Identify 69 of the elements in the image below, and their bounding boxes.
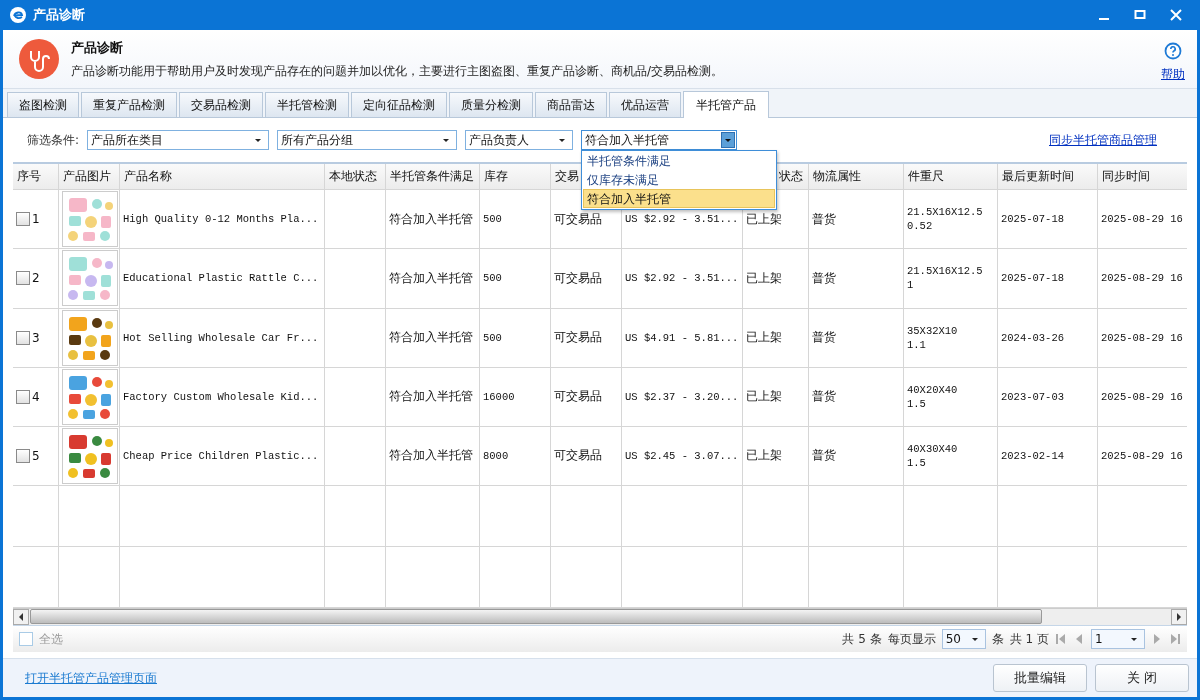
listing-status-cell: 已上架 [746, 447, 782, 465]
window-title: 产品诊断 [33, 6, 86, 24]
sync-time-cell: 2025-08-29 16 [1101, 390, 1183, 403]
trade-cell: 可交易品 [554, 210, 602, 228]
product-name: High Quality 0-12 Months Pla... [123, 213, 319, 226]
weight-text: 1.1 [907, 338, 927, 351]
dimensions-text: 40X20X40 [907, 383, 958, 396]
condition-cell: 符合加入半托管 [389, 329, 473, 347]
updated-date-cell: 2025-07-18 [1001, 213, 1064, 226]
sync-time-cell: 2025-08-29 16 [1101, 213, 1183, 226]
filter-label: 筛选条件: [27, 131, 80, 149]
row-number: 3 [32, 330, 40, 345]
logistics-cell: 普货 [812, 447, 836, 465]
trade-cell: 可交易品 [554, 269, 602, 287]
stock-cell: 500 [483, 331, 502, 344]
weight-text: 0.52 [907, 220, 934, 233]
condition-cell: 符合加入半托管 [389, 388, 473, 406]
dimensions-text: 40X30X40 [907, 442, 958, 455]
stock-cell: 500 [483, 272, 502, 285]
product-name: Educational Plastic Rattle C... [123, 272, 319, 285]
price-cell: US $2.37 - 3.20... [625, 390, 739, 403]
logistics-cell: 普货 [812, 329, 836, 347]
sync-time-cell: 2025-08-29 16 [1101, 331, 1183, 344]
condition-cell: 符合加入半托管 [389, 210, 473, 228]
select-all-label: 全选 [39, 630, 63, 648]
row-number: 5 [32, 448, 40, 463]
per-page-label: 每页显示 [887, 630, 936, 648]
price-cell: US $2.92 - 3.51... [625, 272, 739, 285]
price-cell: US $4.91 - 5.81... [625, 331, 739, 344]
weight-text: 1 [907, 279, 915, 292]
logistics-cell: 普货 [812, 210, 836, 228]
weight-text: 1.5 [907, 397, 927, 410]
listing-status-cell: 已上架 [746, 329, 782, 347]
stock-cell: 8000 [483, 449, 509, 462]
header-description: 产品诊断功能用于帮助用户及时发现产品存在的问题并加以优化，主要进行主图盗图、重复产品诊断、商机品/交易品检测。 [71, 62, 725, 80]
listing-status-cell: 已上架 [746, 269, 782, 287]
price-cell: US $2.45 - 3.07... [625, 449, 739, 462]
logistics-cell: 普货 [812, 269, 836, 287]
dimensions-text: 35X32X10 [907, 324, 958, 337]
header-title: 产品诊断 [71, 38, 124, 57]
page-count: 共 1 页 [1009, 630, 1049, 648]
trade-cell: 可交易品 [554, 388, 602, 406]
row-number: 1 [32, 212, 40, 227]
listing-status-cell: 已上架 [746, 388, 782, 406]
updated-date-cell: 2024-03-26 [1001, 331, 1064, 344]
trade-cell: 可交易品 [554, 447, 602, 465]
product-name: Cheap Price Children Plastic... [123, 449, 319, 462]
condition-cell: 符合加入半托管 [389, 269, 473, 287]
listing-status-cell: 已上架 [746, 210, 782, 228]
dimensions-text: 21.5X16X12.5 [907, 265, 983, 278]
price-cell: US $2.92 - 3.51... [625, 213, 739, 226]
product-name: Factory Custom Wholesale Kid... [123, 390, 319, 403]
trade-cell: 可交易品 [554, 329, 602, 347]
weight-text: 1.5 [907, 456, 927, 469]
row-number: 4 [32, 389, 40, 404]
sync-time-cell: 2025-08-29 16 [1101, 449, 1183, 462]
row-number: 2 [32, 271, 40, 286]
sync-time-cell: 2025-08-29 16 [1101, 272, 1183, 285]
condition-cell: 符合加入半托管 [389, 447, 473, 465]
per-page-unit: 条 [991, 630, 1004, 648]
stock-cell: 16000 [483, 390, 515, 403]
updated-date-cell: 2023-07-03 [1001, 390, 1064, 403]
updated-date-cell: 2025-07-18 [1001, 272, 1064, 285]
dimensions-text: 21.5X16X12.5 [907, 206, 983, 219]
product-name: Hot Selling Wholesale Car Fr... [123, 331, 319, 344]
stock-cell: 500 [483, 213, 502, 226]
logistics-cell: 普货 [812, 388, 836, 406]
total-count: 共 5 条 [842, 630, 882, 648]
updated-date-cell: 2023-02-14 [1001, 449, 1064, 462]
